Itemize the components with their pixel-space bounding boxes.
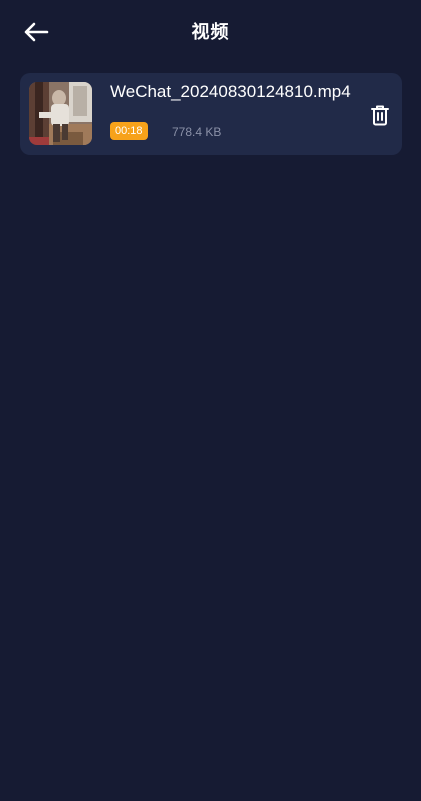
duration-badge: 00:18	[110, 122, 148, 140]
delete-button[interactable]	[368, 102, 392, 128]
video-list-item[interactable]: WeChat_20240830124810.mp4 00:18 778.4 KB	[20, 73, 402, 155]
trash-icon	[371, 105, 389, 126]
video-file-name: WeChat_20240830124810.mp4	[110, 82, 351, 101]
file-size: 778.4 KB	[172, 125, 222, 139]
video-thumbnail[interactable]	[29, 82, 92, 145]
page-title: 视频	[191, 22, 230, 42]
top-bar: 视频	[0, 0, 421, 64]
